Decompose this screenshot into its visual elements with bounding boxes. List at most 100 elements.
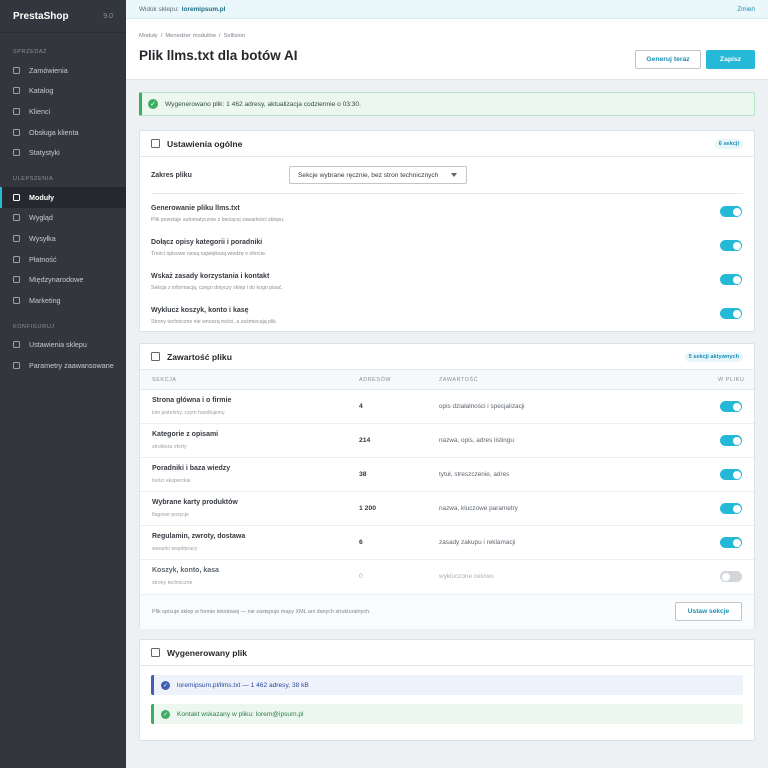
table-row: Poradniki i baza wiedzy treści ekspercki… — [140, 458, 754, 492]
contact-info-row: ✓ Kontakt wskazany w pliku: lorem@ipsum.… — [151, 704, 743, 724]
col-in-file: W PLIKU — [718, 377, 745, 383]
generate-now-button[interactable]: Generuj teraz — [635, 50, 701, 69]
sidebar-item-marketing[interactable]: Marketing — [0, 290, 126, 311]
sidebar-item-catalog[interactable]: Katalog — [0, 81, 126, 102]
marketing-icon — [13, 296, 20, 304]
sidebar-item-design[interactable]: Wygląd — [0, 208, 126, 229]
shop-settings-icon — [13, 341, 20, 349]
sidebar-item-payment[interactable]: Płatność — [0, 249, 126, 270]
option-desc: Sekcja z informacją, czego dotyczy sklep… — [151, 285, 283, 291]
section-checkbox[interactable] — [151, 352, 160, 361]
file-contents-title: Zawartość pliku — [167, 351, 232, 362]
scope-select[interactable]: Sekcje wybrane ręcznie, bez stron techni… — [289, 166, 467, 184]
table-header: SEKCJA ADRESÓW ZAWARTOŚĆ W PLIKU — [140, 370, 754, 390]
scope-label: Zakres pliku — [151, 172, 192, 179]
success-alert: ✓ Wygenerowano plik: 1 462 adresy, aktua… — [139, 92, 755, 116]
table-row: Koszyk, konto, kasa strony techniczne 0 … — [140, 560, 754, 594]
nav-section-sales: SPRZEDAŻ — [13, 49, 48, 55]
option-desc: Plik powstaje automatycznie z bieżącej z… — [151, 217, 285, 223]
file-info-row[interactable]: ✓ loremipsum.pl/llms.txt — 1 462 adresy,… — [151, 675, 743, 695]
table-row: Regulamin, zwroty, dostawa warunki współ… — [140, 526, 754, 560]
option-title: Dołącz opisy kategorii i poradniki — [151, 239, 263, 246]
set-sections-button[interactable]: Ustaw sekcje — [675, 602, 742, 621]
design-icon — [13, 214, 20, 222]
table-row: Strona główna i o firmie kim jesteśmy, c… — [140, 390, 754, 424]
section-checkbox[interactable] — [151, 648, 160, 657]
col-section: SEKCJA — [152, 377, 177, 383]
sidebar: PrestaShop 9.0 SPRZEDAŻ Zamówienia Katal… — [0, 0, 126, 768]
row-toggle[interactable] — [720, 503, 742, 514]
row-toggle[interactable] — [720, 469, 742, 480]
sidebar-item-advanced-params[interactable]: Parametry zaawansowane — [0, 355, 126, 376]
option-desc: Treści opisowe niosą największą wiedzę o… — [151, 251, 267, 257]
modules-icon — [13, 193, 20, 201]
sidebar-item-international[interactable]: Międzynarodowe — [0, 269, 126, 290]
sidebar-item-shipping[interactable]: Wysyłka — [0, 228, 126, 249]
advanced-params-icon — [13, 361, 20, 369]
breadcrumb: Moduły / Menedżer modułów / Sellision — [139, 33, 246, 39]
general-settings-card: Ustawienia ogólne 6 sekcji Zakres pliku … — [139, 130, 755, 332]
orders-icon — [13, 66, 20, 74]
caret-down-icon — [451, 173, 457, 177]
page-header: Moduły / Menedżer modułów / Sellision Plik l… — [126, 19, 768, 80]
option-title: Generowanie pliku llms.txt — [151, 205, 240, 212]
active-sections-badge: 5 sekcji aktywnych — [684, 352, 743, 362]
table-row: Wybrane karty produktów flagowe pozycje … — [140, 492, 754, 526]
payment-icon — [13, 255, 20, 263]
generated-file-title: Wygenerowany plik — [167, 647, 248, 658]
nav-section-configure: KONFIGURUJ — [13, 323, 55, 330]
option-title: Wyklucz koszyk, konto i kasę — [151, 307, 249, 314]
row-toggle[interactable] — [720, 571, 742, 582]
check-circle-icon: ✓ — [161, 680, 170, 690]
toggle-rules-contact[interactable] — [720, 274, 742, 285]
main-content: ✓ Wygenerowano plik: 1 462 adresy, aktua… — [126, 80, 768, 768]
catalog-icon — [13, 87, 20, 95]
brand-logo[interactable]: PrestaShop — [13, 11, 69, 22]
page-title: Plik llms.txt dla botów AI — [139, 48, 298, 63]
option-title: Wskaż zasady korzystania i kontakt — [151, 273, 270, 280]
shop-context-bar: Widok sklepu: loremipsum.pl Zmień — [126, 0, 768, 19]
check-circle-icon: ✓ — [161, 709, 170, 719]
customer-service-icon — [13, 128, 20, 136]
toggle-include-descriptions[interactable] — [720, 240, 742, 251]
shop-name[interactable]: loremipsum.pl — [182, 6, 226, 13]
international-icon — [13, 276, 20, 284]
sections-count-badge: 6 sekcji — [714, 139, 743, 149]
breadcrumb-item[interactable]: Moduły — [139, 33, 158, 39]
row-toggle[interactable] — [720, 435, 742, 446]
table-footer: Plik opisuje sklep w formie tekstowej — … — [140, 594, 754, 629]
stats-icon — [13, 149, 20, 157]
breadcrumb-item[interactable]: Sellision — [224, 33, 246, 39]
sidebar-item-customer-service[interactable]: Obsługa klienta — [0, 122, 126, 143]
col-addresses: ADRESÓW — [359, 377, 392, 383]
sidebar-item-stats[interactable]: Statystyki — [0, 142, 126, 163]
save-button[interactable]: Zapisz — [706, 50, 755, 69]
file-contents-card: Zawartość pliku 5 sekcji aktywnych SEKCJ… — [139, 343, 755, 629]
toggle-exclude-cart[interactable] — [720, 308, 742, 319]
sidebar-item-orders[interactable]: Zamówienia — [0, 60, 126, 81]
generated-file-card: Wygenerowany plik ✓ loremipsum.pl/llms.t… — [139, 639, 755, 741]
brand: PrestaShop 9.0 — [0, 0, 126, 33]
general-settings-title: Ustawienia ogólne — [167, 138, 243, 149]
sidebar-item-modules[interactable]: Moduły — [0, 186, 126, 208]
toggle-generate-file[interactable] — [720, 206, 742, 217]
shop-view-label: Widok sklepu: — [139, 5, 179, 13]
col-content: ZAWARTOŚĆ — [439, 377, 479, 383]
option-desc: Strony techniczne nie wnoszą treści, a z… — [151, 319, 278, 325]
row-toggle[interactable] — [720, 401, 742, 412]
sidebar-item-customers[interactable]: Klienci — [0, 101, 126, 122]
footer-note: Plik opisuje sklep w formie tekstowej — … — [152, 609, 371, 615]
shipping-icon — [13, 234, 20, 242]
contact-info-text: Kontakt wskazany w pliku: lorem@ipsum.pl — [177, 710, 304, 718]
file-info-text: loremipsum.pl/llms.txt — 1 462 adresy, 3… — [177, 681, 309, 689]
table-row: Kategorie z opisami struktura oferty 214… — [140, 424, 754, 458]
breadcrumb-item[interactable]: Menedżer modułów — [165, 33, 216, 39]
section-checkbox[interactable] — [151, 139, 160, 148]
success-alert-text: Wygenerowano plik: 1 462 adresy, aktuali… — [165, 100, 361, 108]
divider — [151, 193, 743, 194]
row-toggle[interactable] — [720, 537, 742, 548]
sidebar-item-shop-settings[interactable]: Ustawienia sklepu — [0, 335, 126, 356]
nav-section-improve: ULEPSZENIA — [13, 175, 54, 182]
change-shop-link[interactable]: Zmień — [737, 6, 755, 13]
customers-icon — [13, 107, 20, 115]
